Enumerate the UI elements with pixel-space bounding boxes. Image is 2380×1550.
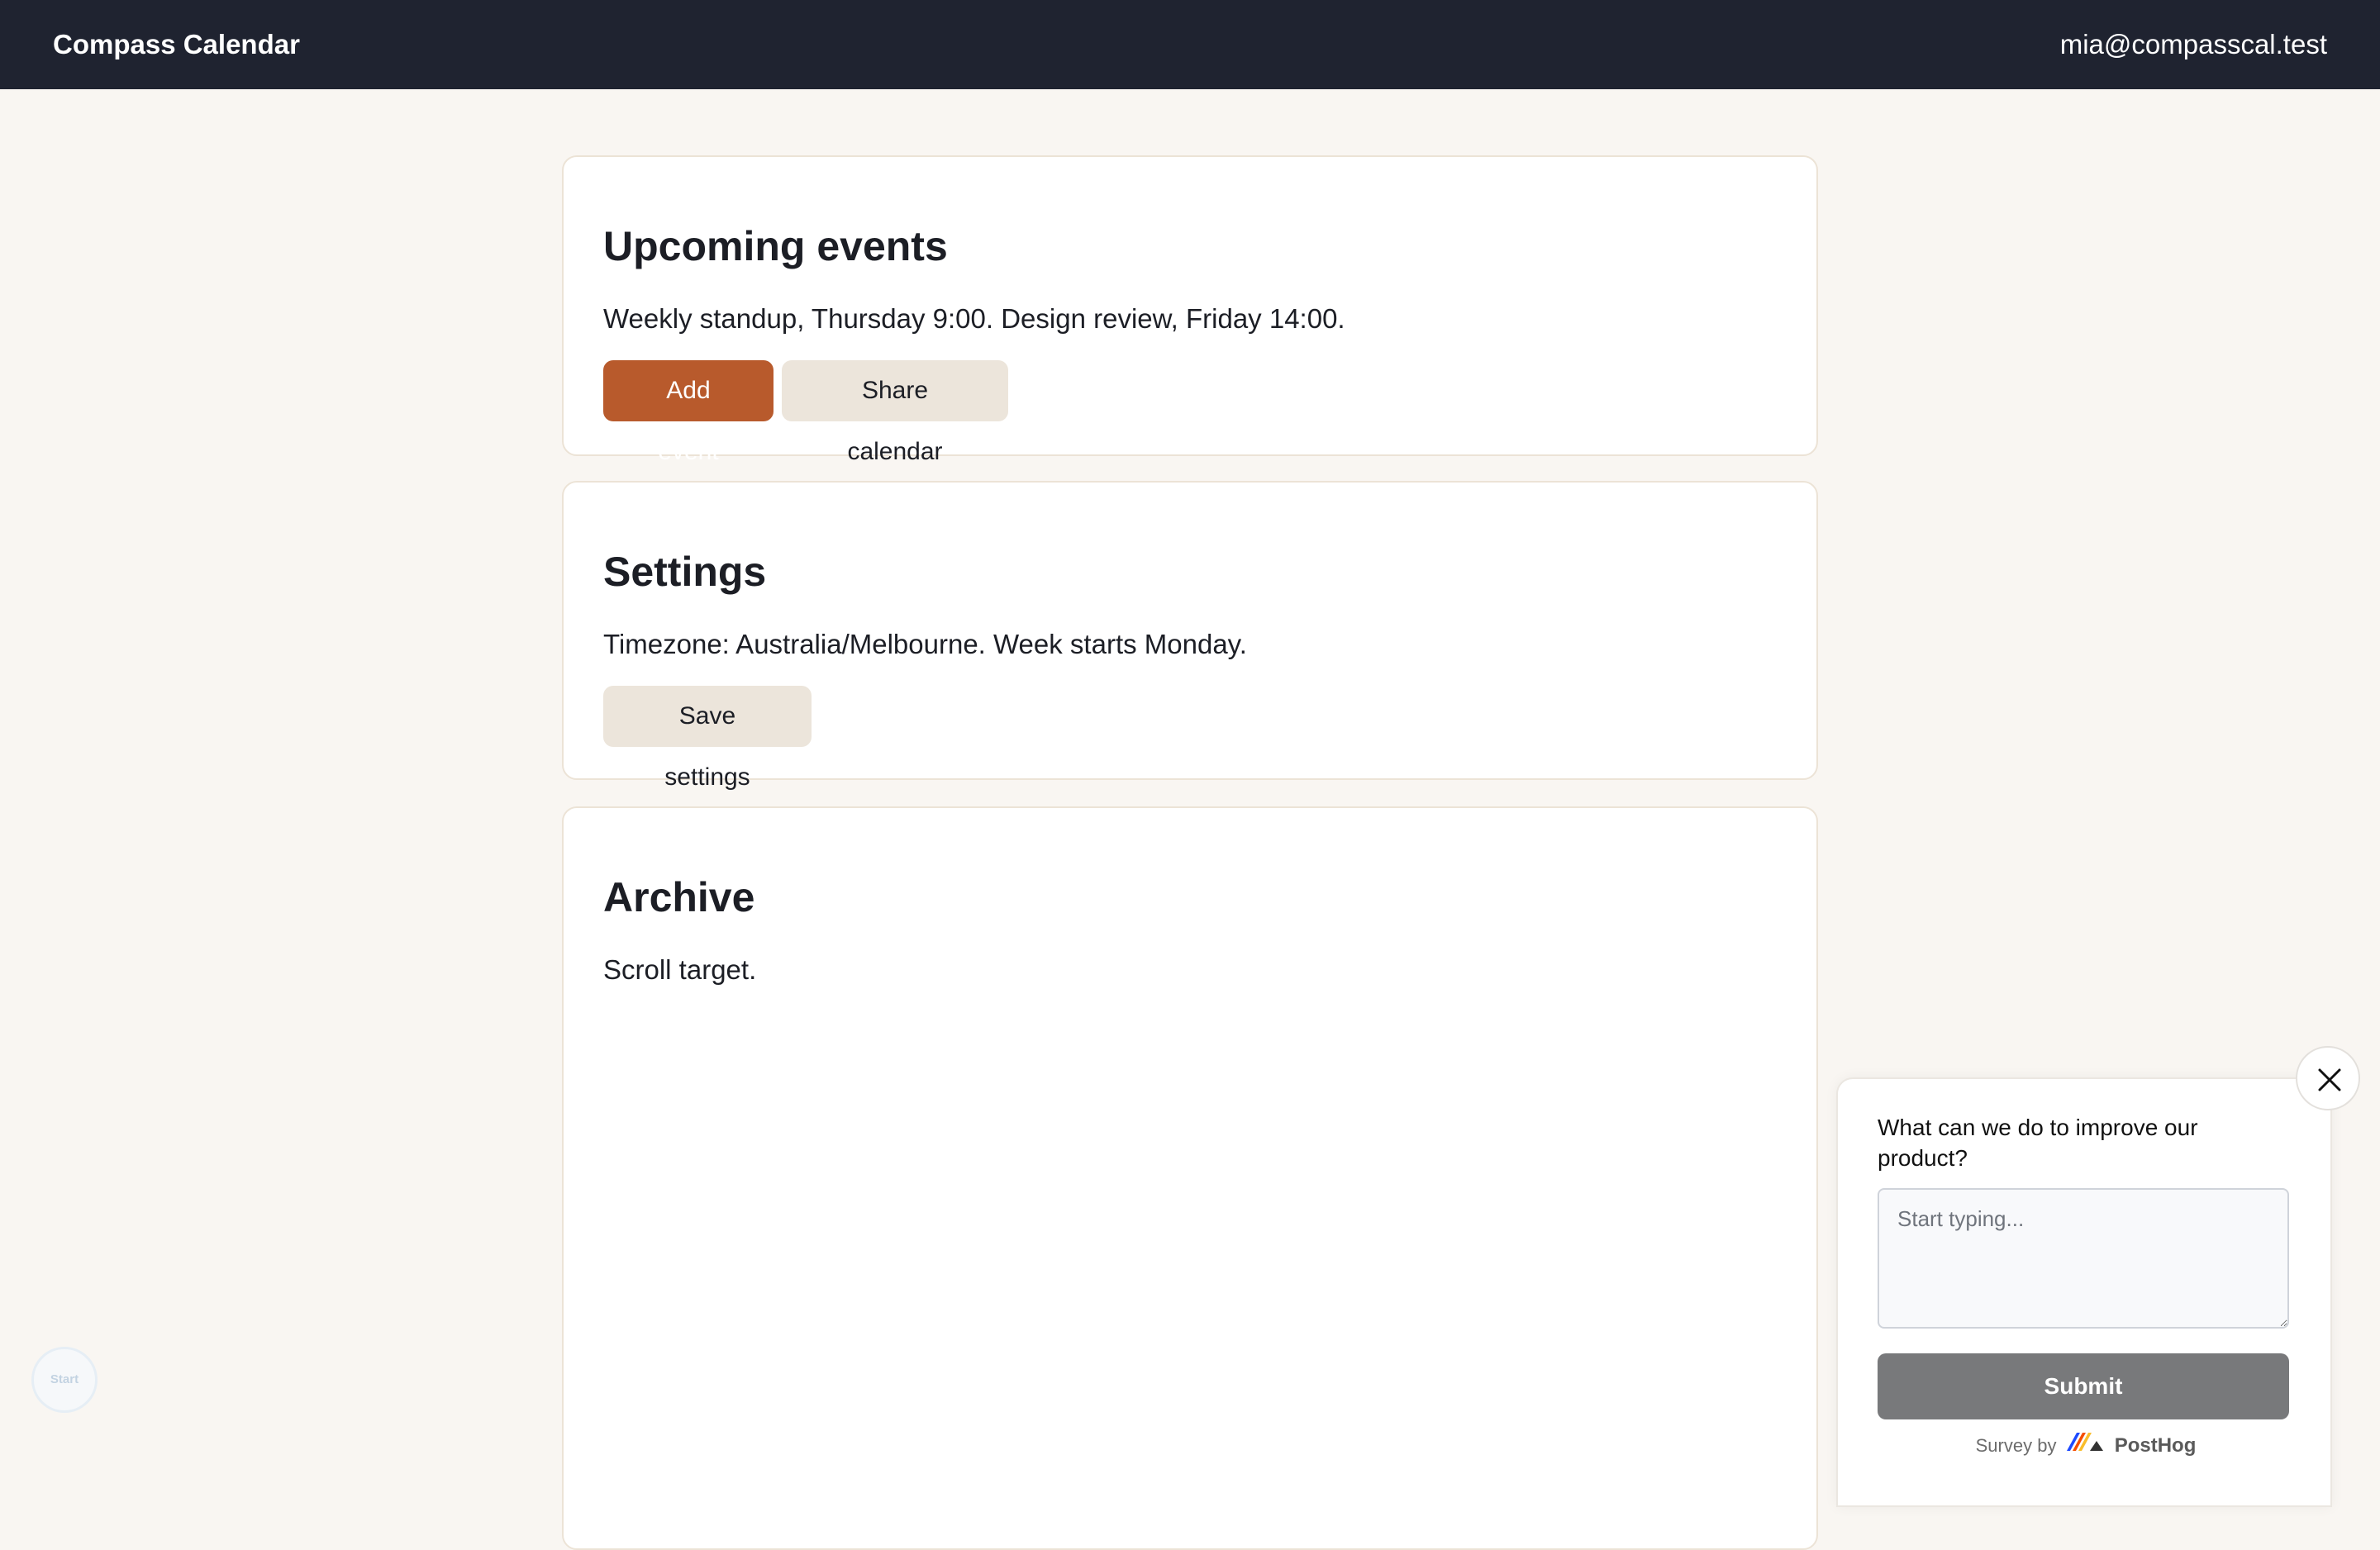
upcoming-events-summary: Weekly standup, Thursday 9:00. Design re… bbox=[603, 303, 1345, 334]
survey-footer: Survey by PostHog bbox=[1838, 1429, 2334, 1463]
survey-footer-brand[interactable]: PostHog bbox=[2115, 1434, 2197, 1457]
start-badge[interactable]: Start bbox=[31, 1347, 98, 1413]
survey-submit-button[interactable]: Submit bbox=[1878, 1353, 2289, 1419]
settings-heading: Settings bbox=[603, 549, 767, 595]
app-title[interactable]: Compass Calendar bbox=[53, 26, 300, 63]
survey-footer-prefix: Survey by bbox=[1975, 1435, 2057, 1456]
settings-summary: Timezone: Australia/Melbourne. Week star… bbox=[603, 629, 1247, 659]
add-event-button[interactable]: Add event bbox=[603, 360, 774, 465]
archive-heading: Archive bbox=[603, 874, 755, 920]
survey-question: What can we do to improve our product? bbox=[1878, 1115, 2198, 1171]
share-calendar-button[interactable]: Share calendar bbox=[782, 360, 1008, 465]
close-icon bbox=[2318, 1068, 2341, 1091]
upcoming-events-card: Upcoming events Weekly standup, Thursday… bbox=[562, 155, 1818, 465]
archive-summary: Scroll target. bbox=[603, 954, 757, 985]
survey-response-input[interactable] bbox=[1878, 1188, 2289, 1329]
settings-card: Settings Timezone: Australia/Melbourne. … bbox=[562, 481, 1818, 791]
survey-close-button[interactable] bbox=[2296, 1046, 2360, 1110]
top-bar: Compass Calendar mia@compasscal.test bbox=[0, 0, 2380, 89]
posthog-logo-icon bbox=[2065, 1430, 2106, 1463]
survey-popup: What can we do to improve our product? S… bbox=[1836, 1077, 2332, 1507]
user-email[interactable]: mia@compasscal.test bbox=[2060, 26, 2327, 63]
upcoming-events-heading: Upcoming events bbox=[603, 223, 948, 269]
save-settings-button[interactable]: Save settings bbox=[603, 686, 812, 791]
archive-card: Archive Scroll target. bbox=[562, 806, 1818, 1550]
